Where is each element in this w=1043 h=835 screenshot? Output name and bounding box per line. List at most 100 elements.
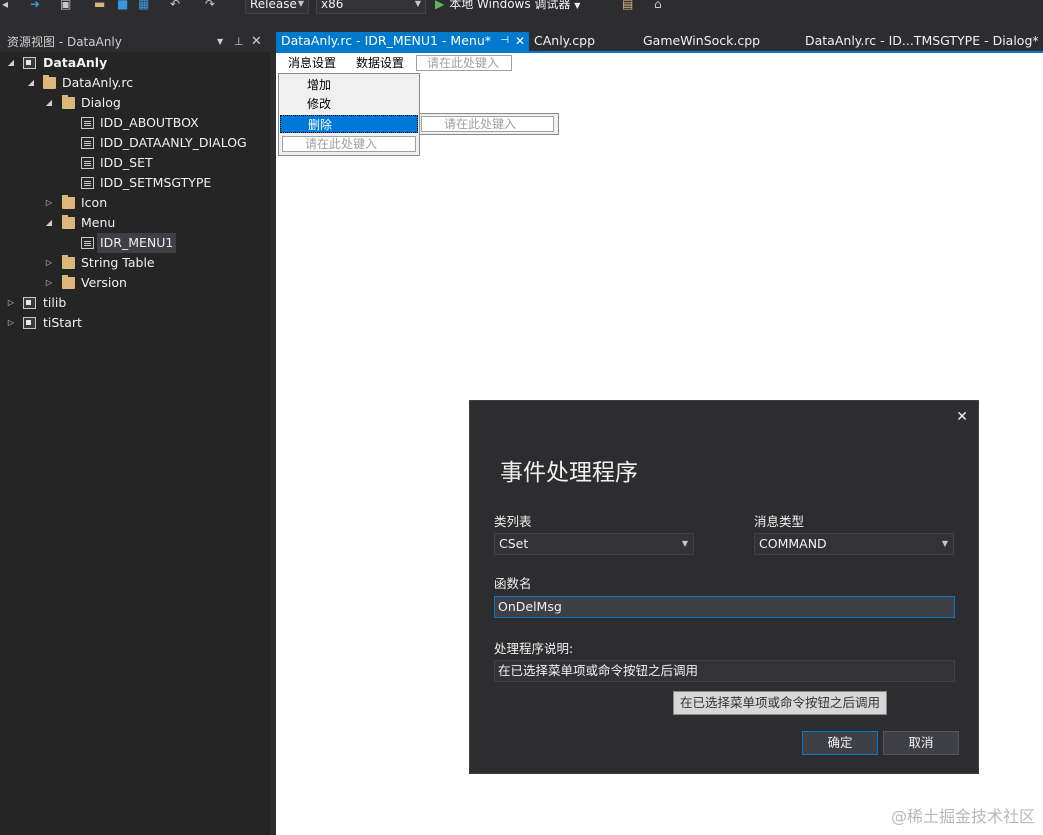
- function-name-label: 函数名: [494, 576, 532, 591]
- tree-label: IDD_ABOUTBOX: [100, 115, 199, 130]
- tab-label: DataAnly.rc - ID...TMSGTYPE - Dialog*: [805, 33, 1039, 48]
- close-icon[interactable]: ✕: [515, 32, 525, 50]
- home-icon[interactable]: ⌂: [654, 0, 662, 11]
- tree-node-menu-item[interactable]: IDR_MENU1: [0, 233, 270, 253]
- menu-item-msg-settings[interactable]: 消息设置: [284, 55, 340, 72]
- message-type-value: COMMAND: [759, 536, 827, 551]
- tree-label: tilib: [43, 295, 67, 310]
- panel-title: 资源视图 - DataAnly: [7, 35, 122, 49]
- tree-node-dataanly[interactable]: ◢ DataAnly: [0, 53, 270, 73]
- tree-node-dialog[interactable]: ◢ Dialog: [0, 93, 270, 113]
- resource-view-panel: 资源视图 - DataAnly ▼ ⊥ ✕ ◢ DataAnly ◢ DataA…: [0, 32, 270, 835]
- save-icon[interactable]: ■: [117, 0, 128, 11]
- chevron-down-icon: ▼: [681, 539, 688, 548]
- dialog-title: 事件处理程序: [500, 460, 638, 486]
- run-label: 本地 Windows 调试器: [449, 0, 571, 11]
- chevron-down-icon: ▼: [574, 1, 581, 10]
- menu-item-add[interactable]: 增加: [280, 76, 418, 94]
- collapse-arrow-icon[interactable]: ▷: [44, 193, 54, 213]
- tree-node-dialog-item[interactable]: IDD_DATAANLY_DIALOG: [0, 133, 270, 153]
- pin-icon[interactable]: ⊣: [500, 32, 509, 50]
- close-icon[interactable]: ✕: [956, 409, 968, 425]
- tree-label: Icon: [81, 195, 108, 210]
- message-type-label: 消息类型: [754, 514, 805, 529]
- dialog-resource-icon: [81, 137, 94, 149]
- tab-gamewinsock-cpp[interactable]: GameWinSock.cpp: [638, 32, 760, 52]
- cancel-button[interactable]: 取消: [883, 731, 959, 755]
- tree-node-version[interactable]: ▷ Version: [0, 273, 270, 293]
- handler-description-field: 在已选择菜单项或命令按钮之后调用: [494, 660, 955, 682]
- pin-icon[interactable]: ⊥: [234, 32, 244, 52]
- ok-button[interactable]: 确定: [802, 731, 878, 755]
- find-icon[interactable]: ▤: [622, 0, 633, 11]
- menu-type-here[interactable]: 请在此处键入: [416, 55, 512, 71]
- menu-item-data-settings[interactable]: 数据设置: [352, 55, 408, 72]
- tab-label: GameWinSock.cpp: [643, 33, 761, 48]
- function-name-input[interactable]: OnDelMsg: [494, 596, 955, 618]
- menu-type-here[interactable]: 请在此处键入: [282, 136, 416, 152]
- tree-node-string-table[interactable]: ▷ String Table: [0, 253, 270, 273]
- expand-arrow-icon[interactable]: ◢: [6, 53, 16, 73]
- collapse-arrow-icon[interactable]: ▷: [6, 313, 16, 333]
- expand-arrow-icon[interactable]: ◢: [44, 213, 54, 233]
- new-project-icon[interactable]: ▣: [60, 0, 71, 11]
- message-type-select[interactable]: COMMAND ▼: [754, 533, 954, 555]
- tree-node-dialog-item[interactable]: IDD_SET: [0, 153, 270, 173]
- tree-label: IDD_DATAANLY_DIALOG: [100, 135, 247, 150]
- tab-dialog-editor[interactable]: DataAnly.rc - ID...TMSGTYPE - Dialog*: [800, 32, 1039, 52]
- undo-icon[interactable]: ↶: [170, 0, 180, 11]
- class-list-label: 类列表: [494, 514, 532, 529]
- expand-arrow-icon[interactable]: ◢: [26, 73, 36, 93]
- class-list-value: CSet: [499, 536, 529, 551]
- dropdown-icon[interactable]: ▼: [217, 32, 223, 52]
- redo-icon[interactable]: ↷: [205, 0, 215, 11]
- chevron-down-icon: ▼: [941, 539, 948, 548]
- platform-value: x86: [321, 0, 344, 11]
- forward-arrow-icon[interactable]: ➜: [30, 0, 40, 11]
- back-arrow-icon[interactable]: ◂: [2, 0, 8, 11]
- event-handler-dialog: ✕ 事件处理程序 类列表 CSet ▼ 消息类型 COMMAND ▼ 函数名 O…: [469, 400, 979, 774]
- menu-dropdown: 增加 修改 删除 请在此处键入: [278, 73, 420, 156]
- tab-menu-editor[interactable]: DataAnly.rc - IDR_MENU1 - Menu* ⊣ ✕: [276, 32, 529, 52]
- dialog-resource-icon: [81, 157, 94, 169]
- class-list-select[interactable]: CSet ▼: [494, 533, 694, 555]
- config-select[interactable]: Release ▼: [245, 0, 309, 14]
- collapse-arrow-icon[interactable]: ▷: [44, 253, 54, 273]
- tree-node-tilib[interactable]: ▷ tilib: [0, 293, 270, 313]
- menu-resource-icon: [81, 237, 94, 249]
- save-all-icon[interactable]: ▦: [138, 0, 149, 11]
- toolbar: ◂ ➜ ▣ ▬ ■ ▦ ↶ ↷ Release ▼ x86 ▼ ▶ 本地 Wind…: [0, 0, 1043, 14]
- menu-type-here[interactable]: 请在此处键入: [421, 116, 554, 132]
- menu-item-delete[interactable]: 删除: [280, 115, 418, 133]
- close-icon[interactable]: ✕: [251, 32, 262, 52]
- dialog-resource-icon: [81, 177, 94, 189]
- run-debugger-button[interactable]: ▶ 本地 Windows 调试器 ▼: [435, 0, 580, 13]
- project-icon: [23, 57, 36, 69]
- tree-node-icon[interactable]: ▷ Icon: [0, 193, 270, 213]
- folder-icon: [62, 275, 75, 289]
- folder-icon: [62, 95, 75, 109]
- menu-item-edit[interactable]: 修改: [280, 95, 418, 113]
- tab-label: DataAnly.rc - IDR_MENU1 - Menu*: [281, 33, 491, 48]
- collapse-arrow-icon[interactable]: ▷: [44, 273, 54, 293]
- project-icon: [23, 317, 36, 329]
- tree-node-dialog-item[interactable]: IDD_SETMSGTYPE: [0, 173, 270, 193]
- document-tabs: DataAnly.rc - IDR_MENU1 - Menu* ⊣ ✕ CAnl…: [276, 32, 1043, 52]
- open-folder-icon[interactable]: ▬: [94, 0, 105, 11]
- tree-label: String Table: [81, 255, 155, 270]
- tree-label: DataAnly.rc: [62, 75, 134, 90]
- tree-label: IDR_MENU1: [97, 233, 177, 253]
- tab-canly-cpp[interactable]: CAnly.cpp: [529, 32, 595, 52]
- tree-node-tistart[interactable]: ▷ tiStart: [0, 313, 270, 333]
- platform-select[interactable]: x86 ▼: [316, 0, 426, 14]
- tree-label: IDD_SET: [100, 155, 153, 170]
- tree-node-dialog-item[interactable]: IDD_ABOUTBOX: [0, 113, 270, 133]
- tree-node-rc[interactable]: ◢ DataAnly.rc: [0, 73, 270, 93]
- tab-label: CAnly.cpp: [534, 33, 596, 48]
- collapse-arrow-icon[interactable]: ▷: [6, 293, 16, 313]
- menu-bar: 消息设置 数据设置 请在此处键入: [276, 53, 1043, 73]
- dialog-resource-icon: [81, 117, 94, 129]
- expand-arrow-icon[interactable]: ◢: [44, 93, 54, 113]
- handler-description-label: 处理程序说明:: [494, 641, 574, 656]
- tree-node-menu[interactable]: ◢ Menu: [0, 213, 270, 233]
